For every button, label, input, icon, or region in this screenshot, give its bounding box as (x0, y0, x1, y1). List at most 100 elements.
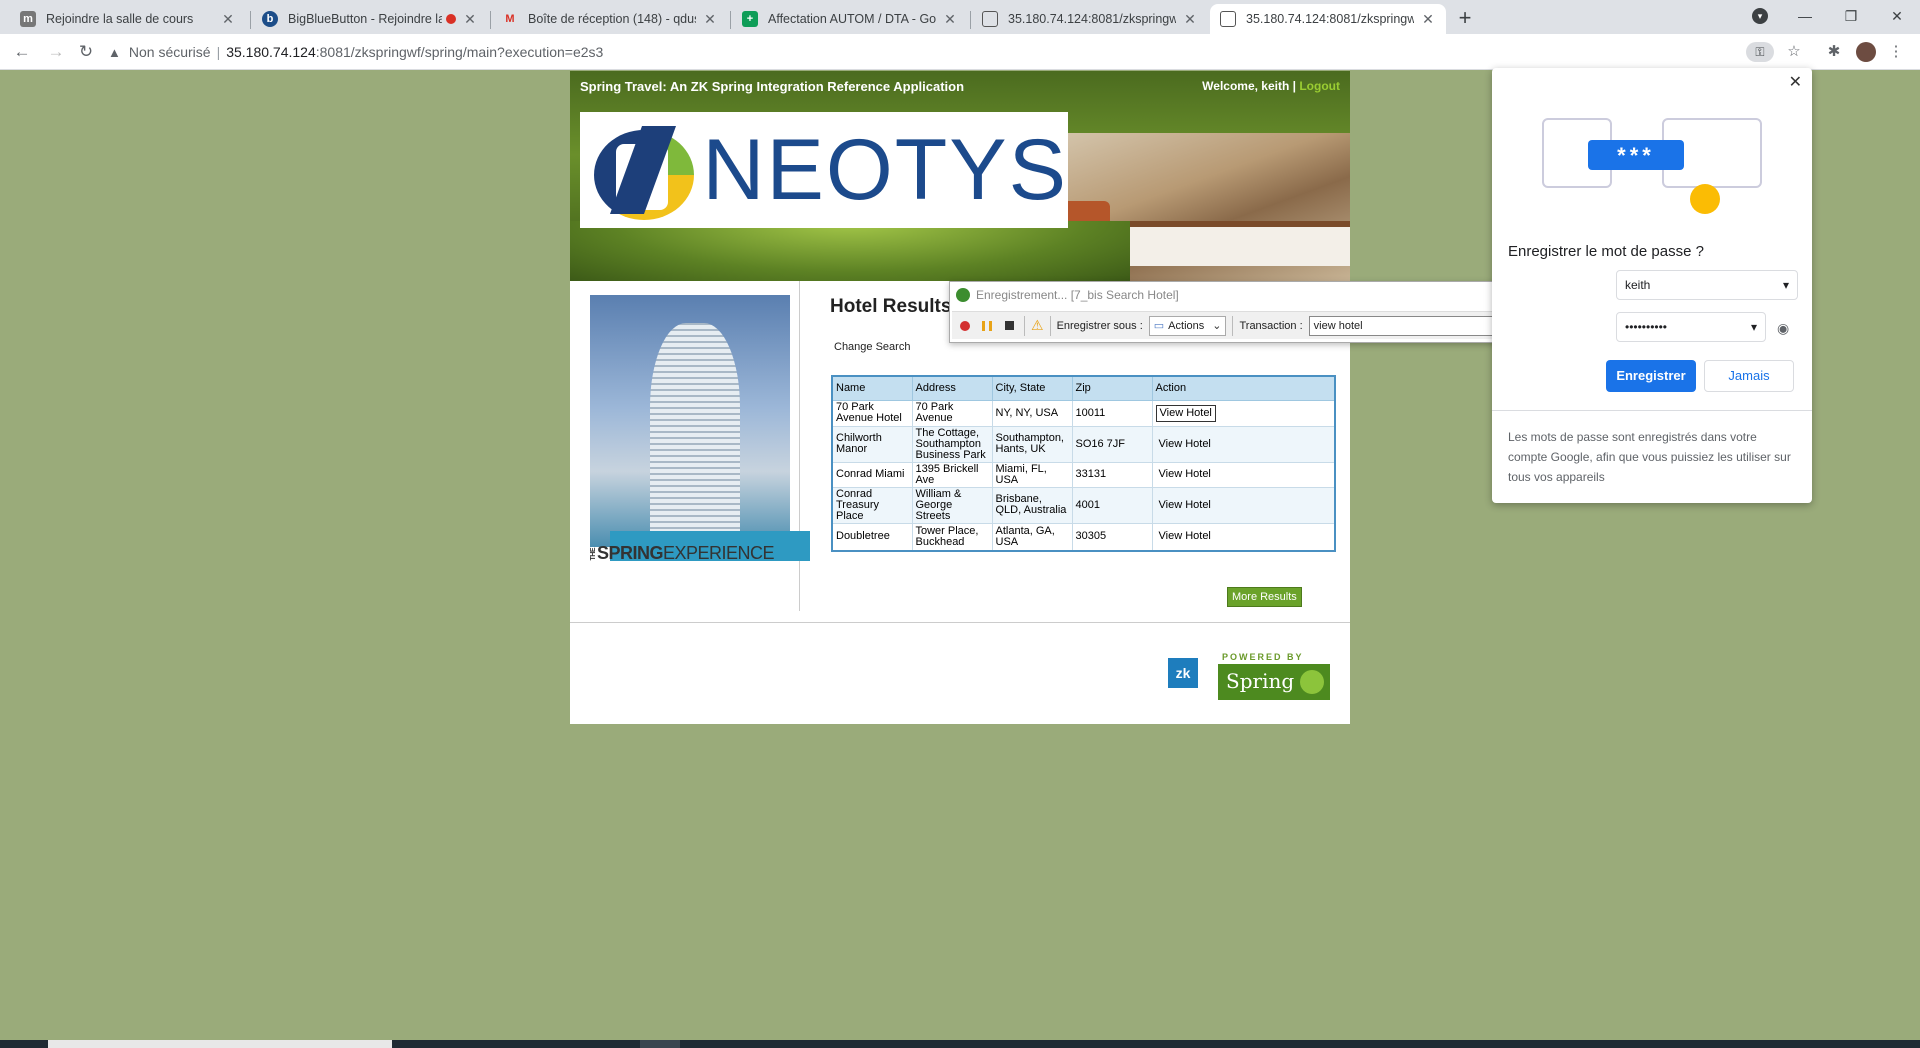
neoload-app-icon (956, 288, 970, 302)
neoload-title: Enregistrement... [7_bis Search Hotel] (976, 288, 1179, 302)
hotel-city: Brisbane, QLD, Australia (991, 486, 1073, 524)
action-cell: View Hotel (1151, 486, 1336, 524)
hotel-name: Conrad Miami (831, 461, 913, 488)
hotel-name: Conrad Treasury Place (831, 486, 913, 524)
menu-icon[interactable]: ⋮ (1886, 42, 1906, 62)
hotel-results-table: Name Address City, State Zip Action 70 P… (831, 375, 1336, 552)
password-key-icon[interactable]: ⚿ (1746, 42, 1774, 62)
logout-link[interactable]: Logout (1299, 79, 1340, 93)
transaction-input[interactable]: view hotel ⌄ (1308, 315, 1507, 336)
welcome-text: Welcome, keith | (1202, 79, 1296, 93)
tab-affectation-sheets[interactable]: + Affectation AUTOM / DTA - Goo ✕ (732, 4, 968, 34)
close-icon[interactable]: ✕ (1182, 11, 1198, 28)
welcome-area: Welcome, keith | Logout (1202, 79, 1340, 93)
page-icon (1220, 11, 1236, 27)
hotel-bed-image (1130, 221, 1350, 266)
record-button[interactable] (956, 317, 974, 335)
restore-button[interactable]: ❐ (1828, 0, 1874, 32)
warning-icon[interactable]: ⚠ (1031, 317, 1044, 334)
close-icon[interactable]: ✕ (702, 11, 718, 28)
divider: | (216, 44, 221, 60)
hotel-zip: 4001 (1071, 486, 1153, 524)
tab-search-icon[interactable]: ▾ (1752, 8, 1768, 24)
neotys-n-icon (594, 118, 694, 222)
pause-button[interactable] (978, 317, 996, 335)
tab-gmail[interactable]: M Boîte de réception (148) - qduss ✕ (492, 4, 728, 34)
back-icon[interactable]: ← (12, 42, 32, 62)
close-icon[interactable]: ✕ (220, 11, 236, 28)
tab-rejoindre-salle[interactable]: m Rejoindre la salle de cours ✕ (10, 4, 246, 34)
change-search-link[interactable]: Change Search (834, 341, 910, 353)
hotel-address: William & George Streets (911, 486, 993, 524)
spring-experience-logo: THESPRINGEXPERIENCE (590, 543, 775, 563)
app-title: Spring Travel: An ZK Spring Integration … (580, 79, 965, 94)
view-hotel-button[interactable]: View Hotel (1156, 437, 1214, 452)
hotel-address: 70 Park Avenue (911, 399, 993, 427)
column-header-city-state: City, State (991, 375, 1073, 401)
chevron-down-icon: ▾ (1782, 278, 1789, 292)
page-icon (982, 11, 998, 27)
powered-by-label: POWERED BY (1222, 652, 1304, 662)
action-cell: View Hotel (1151, 399, 1336, 427)
key-icon (1690, 184, 1720, 214)
username-select[interactable]: keith ▾ (1616, 270, 1798, 300)
hotel-building-image (590, 295, 810, 561)
hotel-name: Chilworth Manor (831, 425, 913, 463)
reload-icon[interactable]: ↻ (76, 42, 96, 62)
hotel-city: Southampton, Hants, UK (991, 425, 1073, 463)
hotel-address: The Cottage, Southampton Business Park (911, 425, 993, 463)
bookmark-star-icon[interactable]: ☆ (1784, 42, 1804, 62)
recording-icon (446, 14, 456, 24)
extensions-icon[interactable]: ✱ (1824, 42, 1844, 62)
hotel-address: 1395 Brickell Ave (911, 461, 993, 488)
hotel-zip: 33131 (1071, 461, 1153, 488)
view-hotel-button[interactable]: View Hotel (1156, 467, 1214, 482)
sheets-icon: + (742, 11, 758, 27)
close-icon[interactable]: ✕ (1420, 11, 1436, 28)
transaction-label: Transaction : (1239, 319, 1303, 332)
save-under-select[interactable]: ▭ Actions ⌄ (1148, 315, 1227, 336)
view-hotel-button[interactable]: View Hotel (1156, 498, 1214, 513)
page-title: Hotel Results (830, 296, 952, 317)
chevron-down-icon: ▾ (1750, 320, 1757, 334)
warning-icon[interactable]: ▲ (108, 45, 121, 60)
taskbar-search[interactable] (48, 1040, 392, 1048)
hotel-city: Atlanta, GA, USA (991, 522, 1073, 552)
hotel-city: Miami, FL, USA (991, 461, 1073, 488)
table-row: 70 Park Avenue Hotel 70 Park Avenue NY, … (831, 399, 1336, 427)
moodle-icon: m (20, 11, 36, 27)
security-status[interactable]: Non sécurisé (129, 44, 211, 60)
browser-toolbar: ← → ↻ ▲ Non sécurisé | 35.180.74.124 :80… (0, 34, 1920, 70)
hotel-zip: SO16 7JF (1071, 425, 1153, 463)
save-password-button[interactable]: Enregistrer (1606, 360, 1696, 392)
column-header-zip: Zip (1071, 375, 1153, 401)
forward-icon[interactable]: → (46, 42, 66, 62)
profile-avatar[interactable] (1856, 42, 1876, 62)
tab-zkspring-1[interactable]: 35.180.74.124:8081/zkspringwf/s ✕ (972, 4, 1208, 34)
close-window-button[interactable]: ✕ (1874, 0, 1920, 32)
browser-tab-strip: m Rejoindre la salle de cours ✕ b BigBlu… (0, 0, 1920, 34)
minimize-button[interactable]: — (1782, 0, 1828, 32)
stop-button[interactable] (1000, 317, 1018, 335)
url-path: :8081/zkspringwf/spring/main?execution=e… (315, 44, 604, 60)
tab-bigbluebutton[interactable]: b BigBlueButton - Rejoindre la ✕ (252, 4, 488, 34)
never-button[interactable]: Jamais (1704, 360, 1794, 392)
neotys-logo: NEOTYS (580, 112, 1068, 228)
tab-title: Affectation AUTOM / DTA - Goo (768, 12, 936, 26)
spring-logo: Spring (1218, 664, 1330, 700)
tab-zkspring-active[interactable]: 35.180.74.124:8081/zkspringwf/s ✕ (1210, 4, 1446, 34)
eye-icon[interactable]: ◉ (1777, 320, 1789, 337)
new-tab-button[interactable]: + (1452, 6, 1478, 32)
view-hotel-button[interactable]: View Hotel (1155, 404, 1216, 422)
more-results-button[interactable]: More Results (1227, 587, 1302, 607)
close-icon[interactable]: ✕ (462, 11, 478, 28)
action-cell: View Hotel (1151, 425, 1336, 463)
taskbar (0, 1040, 1920, 1048)
close-icon[interactable]: ✕ (942, 11, 958, 28)
view-hotel-button[interactable]: View Hotel (1156, 529, 1214, 544)
hotel-zip: 30305 (1071, 522, 1153, 552)
taskbar-app[interactable] (640, 1040, 680, 1048)
hotel-name: 70 Park Avenue Hotel (831, 399, 913, 427)
address-bar[interactable]: ▲ Non sécurisé | 35.180.74.124 :8081/zks… (108, 38, 1788, 66)
password-field[interactable]: •••••••••• ▾ (1616, 312, 1766, 342)
